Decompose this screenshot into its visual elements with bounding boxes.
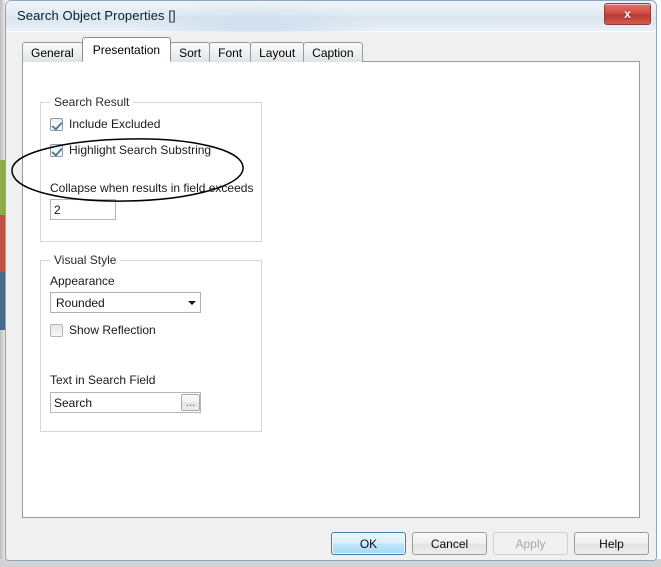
visual-style-group: Visual Style Appearance Rounded Show Ref… [40,253,262,432]
appearance-dropdown-value: Rounded [56,295,105,310]
ok-button-label: OK [359,536,378,551]
window-title: Search Object Properties [] [17,8,176,23]
title-bar: Search Object Properties [] x [6,1,656,32]
appearance-label: Appearance [50,274,115,288]
checkbox-highlight-search-substring[interactable]: Highlight Search Substring [50,143,211,157]
checkbox-include-excluded[interactable]: Include Excluded [50,117,160,131]
tab-font-label: Font [218,45,243,60]
tab-layout[interactable]: Layout [250,42,305,62]
text-in-search-field-input[interactable]: Search [50,392,201,413]
appearance-dropdown[interactable]: Rounded [50,292,201,313]
tab-sort-label: Sort [179,45,202,60]
collapse-threshold-label: Collapse when results in field exceeds [50,181,254,195]
dialog-footer: OK Cancel Apply Help [6,521,656,560]
collapse-threshold-value: 2 [54,202,61,217]
close-icon: x [624,7,631,21]
visual-style-group-title: Visual Style [50,253,121,267]
tab-caption-label: Caption [312,45,354,60]
dialog-client-area: General Presentation Sort Font Layout Ca… [6,32,656,560]
tab-general-label: General [31,45,74,60]
checkbox-show-reflection-label: Show Reflection [69,323,156,337]
help-button-label: Help [599,536,624,551]
cancel-button-label: Cancel [430,536,469,551]
collapse-threshold-input[interactable]: 2 [50,199,116,220]
search-result-group: Search Result Include Excluded Highlight… [40,95,262,242]
chevron-down-icon[interactable] [183,293,200,312]
checkbox-highlight-search-substring-label: Highlight Search Substring [69,143,212,157]
cancel-button[interactable]: Cancel [412,532,487,555]
tab-strip: General Presentation Sort Font Layout Ca… [22,37,363,62]
checkbox-highlight-search-substring-box[interactable] [50,143,63,157]
text-in-search-field-value: Search [54,395,93,410]
checkbox-show-reflection[interactable]: Show Reflection [50,323,156,337]
help-button[interactable]: Help [574,532,649,555]
browse-button-label: ... [185,396,196,409]
tab-presentation[interactable]: Presentation [81,37,172,62]
checkbox-include-excluded-label: Include Excluded [69,117,161,131]
tab-caption[interactable]: Caption [303,42,363,62]
tab-presentation-label: Presentation [92,42,161,57]
close-button[interactable]: x [604,3,651,25]
tab-sort[interactable]: Sort [170,42,211,62]
presentation-tab-panel: Search Result Include Excluded Highlight… [22,61,640,518]
apply-button-label: Apply [515,536,546,551]
search-object-properties-dialog: Search Object Properties [] x General Pr… [5,0,657,561]
search-result-group-title: Search Result [50,95,134,109]
text-in-search-field-label: Text in Search Field [50,373,156,387]
checkbox-show-reflection-box[interactable] [50,323,63,337]
checkbox-include-excluded-box[interactable] [50,117,63,131]
ellipsis-icon[interactable]: ... [181,394,200,411]
ok-button[interactable]: OK [331,532,406,555]
tab-general[interactable]: General [22,42,83,62]
apply-button: Apply [493,532,568,555]
tab-layout-label: Layout [259,45,296,60]
tab-font[interactable]: Font [209,42,252,62]
